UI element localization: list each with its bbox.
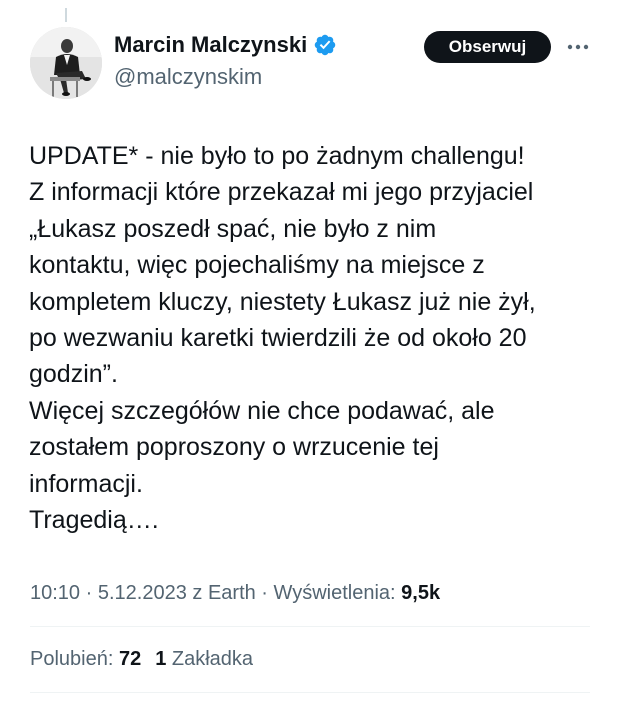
divider [30,692,590,693]
tweet-line: kontaktu, więc pojechaliśmy na miejsce z [29,251,485,280]
views-label: Wyświetlenia: [273,582,402,604]
stats-spacer [141,646,155,672]
tweet-meta: 10:10 · 5.12.2023 z Earth · Wyświetlenia… [30,580,440,606]
tweet-stats: Polubień: 72 1 Zakładka [30,646,253,672]
avatar-photo [30,27,102,99]
bookmarks-stat-link[interactable]: 1 Zakładka [155,646,253,672]
tweet-line: kompletem kluczy, niestety Łukasz już ni… [29,287,536,316]
tweet-line: „Łukasz poszedł spać, nie było z nim [29,214,437,243]
tweet-line: po wezwaniu karetki twierdzili że od oko… [29,324,527,353]
tweet-time-link[interactable]: 10:10 [30,582,80,604]
tweet-source: z Earth [186,582,256,604]
divider [30,626,590,627]
bookmarks-label: Zakładka [166,648,254,670]
author-handle[interactable]: @malczynskim [114,63,262,91]
follow-button[interactable]: Obserwuj [424,31,551,63]
author-display-name[interactable]: Marcin Malczynski [114,31,307,59]
views-count: 9,5k [401,582,441,604]
avatar[interactable] [30,27,102,99]
tweet-text: UPDATE* - nie było to po żadnym challeng… [29,138,609,538]
likes-count: 72 [118,648,142,670]
tweet-line: Tragedią…. [29,506,159,535]
tweet-line: godzin”. [29,360,118,389]
more-horizontal-icon[interactable] [564,36,592,58]
tweet-line: Więcej szczegółów nie chce podawać, ale [29,396,495,425]
bookmarks-count: 1 [155,648,167,670]
author-name-row: Marcin Malczynski [114,31,337,59]
likes-label: Polubień: [30,648,119,670]
meta-separator: · [255,582,274,604]
likes-stat-link[interactable]: Polubień: 72 [30,646,141,672]
thread-connector-line [65,8,67,22]
tweet-line: informacji. [29,469,143,498]
tweet-line: Z informacji które przekazał mi jego prz… [29,178,534,207]
tweet-line: zostałem poproszony o wrzucenie tej [29,433,439,462]
tweet-line: UPDATE* - nie było to po żadnym challeng… [29,142,525,170]
tweet-date-link[interactable]: 5.12.2023 [98,582,187,604]
meta-separator: · [80,582,98,604]
verified-badge-icon[interactable] [313,33,337,57]
